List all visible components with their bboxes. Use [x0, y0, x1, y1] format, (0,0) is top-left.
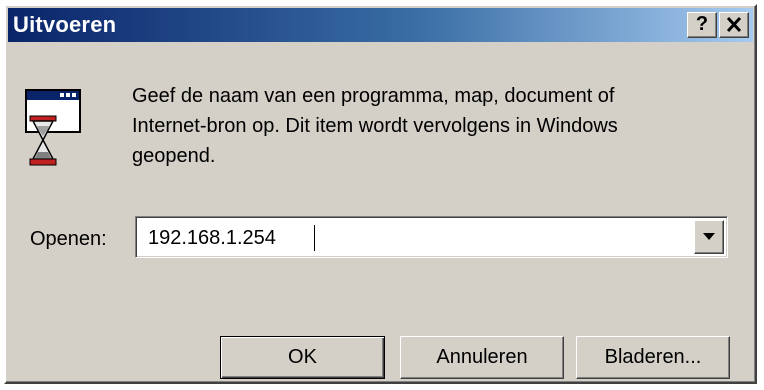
open-field-label: Openen: — [30, 228, 107, 250]
window-title: Uitvoeren — [13, 12, 117, 37]
dialog-description: Geef de naam van een programma, map, doc… — [132, 85, 618, 167]
chevron-down-icon — [703, 233, 715, 240]
title-bar[interactable]: Uitvoeren ? — [8, 8, 753, 42]
run-program-icon — [24, 88, 84, 172]
open-combobox[interactable] — [135, 216, 728, 258]
run-dialog: Uitvoeren ? Geef de naam van een program… — [4, 4, 757, 384]
open-input[interactable] — [148, 225, 688, 251]
close-button[interactable] — [719, 12, 749, 38]
text-cursor — [314, 225, 315, 251]
close-icon — [726, 16, 742, 33]
combobox-dropdown-button[interactable] — [694, 220, 724, 254]
browse-button[interactable]: Bladeren... — [576, 336, 730, 379]
cancel-button[interactable]: Annuleren — [400, 336, 564, 379]
ok-button[interactable]: OK — [220, 336, 385, 379]
help-button[interactable]: ? — [687, 12, 717, 38]
